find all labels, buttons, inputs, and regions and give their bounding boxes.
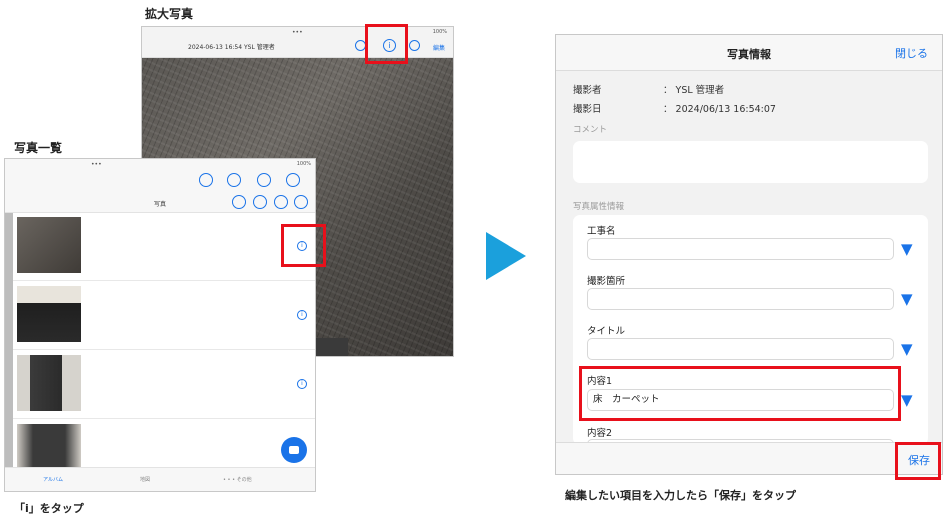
- share-icon[interactable]: [409, 40, 420, 51]
- info-icon[interactable]: i: [297, 379, 307, 389]
- chevron-down-icon[interactable]: ▼: [901, 340, 913, 358]
- title-field[interactable]: [587, 338, 894, 360]
- date-label: 撮影日: [573, 104, 602, 115]
- comment-field[interactable]: [573, 141, 928, 183]
- list-view-icon[interactable]: [253, 195, 267, 209]
- tab-bar: アルバム 地図 • • • その他: [5, 467, 315, 491]
- thumbnail-strip[interactable]: [316, 338, 348, 356]
- highlight-content1-field: [579, 366, 901, 421]
- photographer-value: ： YSL 管理者: [663, 85, 725, 96]
- camera-button[interactable]: [281, 437, 307, 463]
- panel-header: 写真情報 閉じる: [556, 35, 942, 71]
- chevron-down-icon[interactable]: ▼: [901, 290, 913, 308]
- list-item[interactable]: i: [13, 282, 315, 350]
- attributes-label: 写真属性情報: [573, 202, 625, 212]
- highlight-save-button: [895, 442, 941, 480]
- dots-indicator: •••: [91, 161, 102, 168]
- close-button[interactable]: 閉じる: [895, 45, 928, 61]
- edit-button[interactable]: 編集: [433, 43, 445, 52]
- calendar-icon[interactable]: [257, 173, 271, 187]
- highlight-info-icon: [365, 24, 408, 64]
- section-indicator: [5, 213, 13, 469]
- instruction-caption: 編集したい項目を入力したら「保存」をタップ: [565, 489, 796, 502]
- tab-more[interactable]: • • • その他: [223, 476, 252, 483]
- panel-title: 写真情報: [727, 48, 771, 61]
- photo-list-caption: 写真一覧: [14, 141, 63, 155]
- dots-indicator: •••: [292, 29, 303, 36]
- photo-list-screen: ••• 100% 写真 i i i アルバム 地図 • • • その他: [4, 158, 316, 492]
- comment-label: コメント: [573, 125, 608, 135]
- info-icon[interactable]: i: [297, 310, 307, 320]
- list-item[interactable]: i: [13, 213, 315, 281]
- photo-thumbnail[interactable]: [17, 217, 81, 273]
- next-step-arrow: [486, 232, 526, 280]
- filter-icon[interactable]: [232, 195, 246, 209]
- select-icon[interactable]: [294, 195, 308, 209]
- panel-footer: 保存: [556, 442, 942, 474]
- list-title: 写真: [153, 201, 166, 208]
- status-battery: 100%: [432, 29, 447, 35]
- user-icon[interactable]: [286, 173, 300, 187]
- photo-thumbnail[interactable]: [17, 286, 81, 342]
- shooting-location-field[interactable]: [587, 288, 894, 310]
- status-battery: 100%: [296, 161, 311, 167]
- title-field-label: タイトル: [587, 326, 626, 337]
- construction-name-label: 工事名: [587, 226, 616, 237]
- tab-album[interactable]: アルバム: [43, 476, 63, 483]
- content2-label: 内容2: [587, 428, 613, 439]
- tab-map[interactable]: 地図: [140, 476, 150, 483]
- photo-thumbnail[interactable]: [17, 355, 81, 411]
- target-icon[interactable]: [227, 173, 241, 187]
- sort-icon[interactable]: [274, 195, 288, 209]
- construction-name-field[interactable]: [587, 238, 894, 260]
- tap-i-caption: 「i」をタップ: [14, 502, 84, 515]
- chevron-down-icon[interactable]: ▼: [901, 391, 913, 409]
- highlight-row-info-icon: [281, 224, 326, 267]
- camera-icon: [289, 446, 299, 454]
- list-item[interactable]: i: [13, 351, 315, 419]
- shooting-location-label: 撮影箇所: [587, 276, 626, 287]
- zoom-title: 2024-06-13 16:54 YSL 管理者: [188, 44, 275, 51]
- list-header: ••• 100% 写真: [5, 159, 315, 213]
- album-icon[interactable]: [199, 173, 213, 187]
- photographer-label: 撮影者: [573, 85, 602, 96]
- chevron-down-icon[interactable]: ▼: [901, 240, 913, 258]
- date-value: ： 2024/06/13 16:54:07: [663, 104, 776, 115]
- zoom-photo-caption: 拡大写真: [145, 7, 194, 21]
